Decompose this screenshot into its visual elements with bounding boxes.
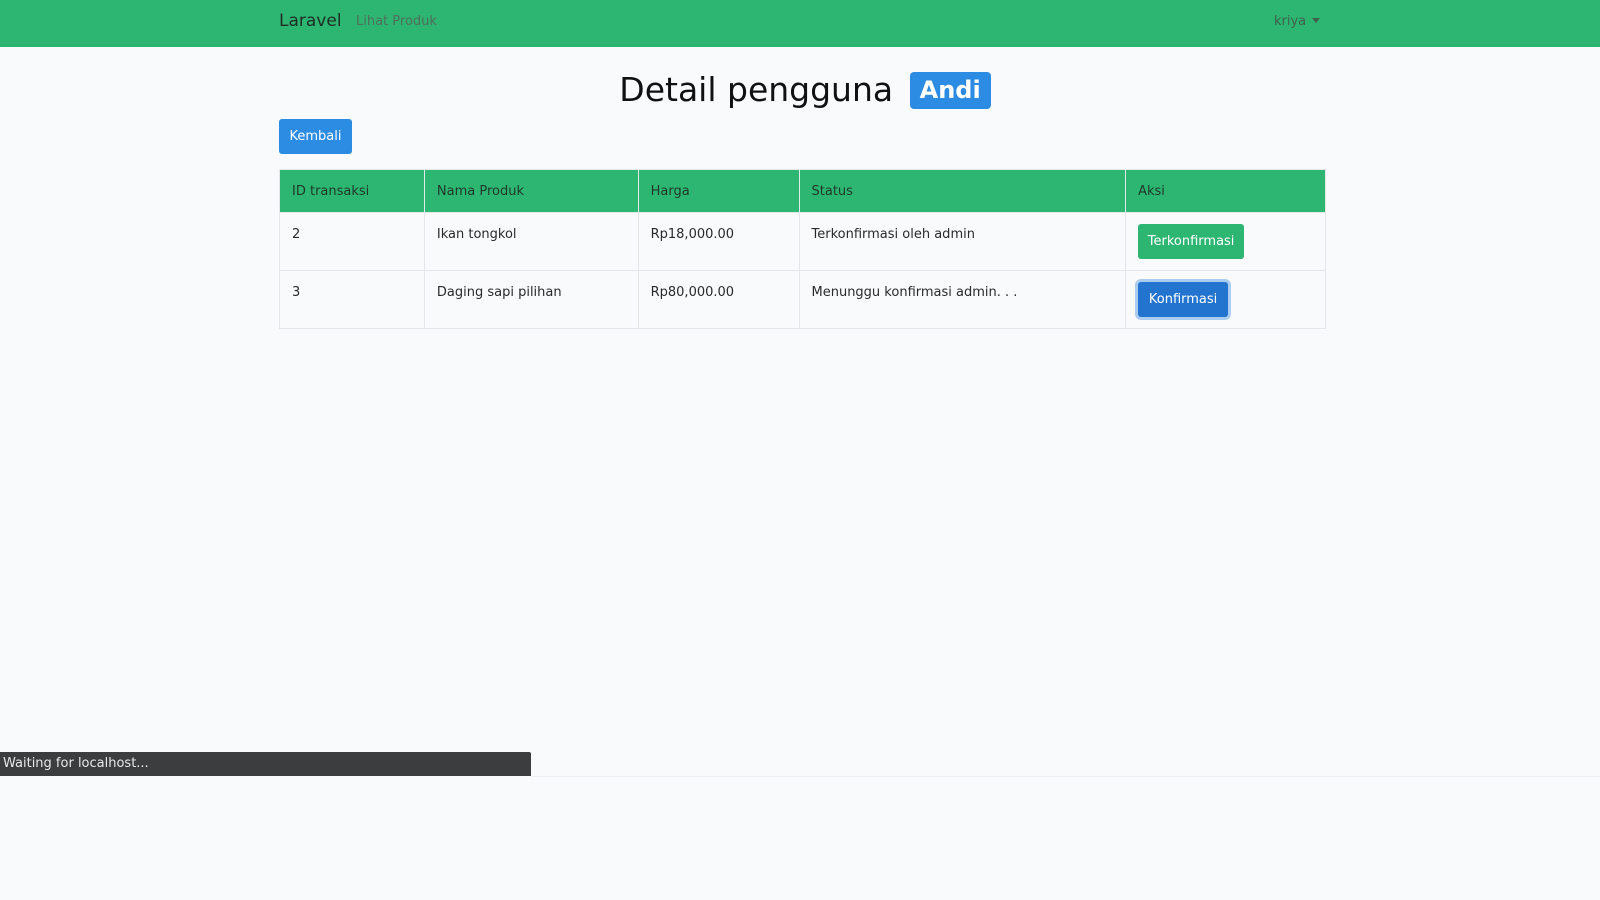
cell-id-text: 2 <box>292 227 301 242</box>
bottom-divider <box>531 776 1600 777</box>
confirm-button[interactable]: Konfirmasi <box>1138 282 1229 317</box>
user-name-badge: Andi <box>909 72 991 109</box>
cell-id: 3 <box>279 270 425 329</box>
cell-status-text: Terkonfirmasi oleh admin <box>811 227 975 242</box>
cell-price: Rp80,000.00 <box>637 270 800 329</box>
cell-price-text: Rp80,000.00 <box>650 285 735 300</box>
browser-status-bar: Waiting for localhost... <box>0 752 531 776</box>
header-nama-produk: Nama Produk <box>423 169 639 213</box>
cell-price: Rp18,000.00 <box>637 212 800 271</box>
cell-status: Menunggu konfirmasi admin. . . <box>798 270 1127 329</box>
cell-status-text: Menunggu konfirmasi admin. . . <box>811 285 1018 300</box>
top-navbar: Laravel Lihat Produk kriya <box>0 0 1600 47</box>
back-button[interactable]: Kembali <box>279 119 352 154</box>
header-status: Status <box>798 169 1127 213</box>
caret-down-icon <box>1312 18 1321 23</box>
header-id-transaksi: ID transaksi <box>279 169 425 213</box>
cell-id-text: 3 <box>292 285 301 300</box>
cell-status: Terkonfirmasi oleh admin <box>798 212 1127 271</box>
table-row: 2 Ikan tongkol Rp18,000.00 Terkonfirmasi… <box>279 212 1326 271</box>
page-title: Detail pengguna Andi <box>0 68 1600 112</box>
brand-link[interactable]: Laravel <box>279 10 342 32</box>
user-menu-label: kriya <box>1274 14 1307 29</box>
cell-product: Ikan tongkol <box>423 212 639 271</box>
nav-link-lihat-produk[interactable]: Lihat Produk <box>356 13 437 31</box>
cell-price-text: Rp18,000.00 <box>650 227 735 242</box>
transactions-table: ID transaksi Nama Produk Harga Status Ak… <box>279 169 1326 329</box>
page-title-text: Detail pengguna <box>619 70 894 109</box>
cell-action: Konfirmasi <box>1125 270 1326 329</box>
user-menu-dropdown[interactable]: kriya <box>1274 13 1321 31</box>
header-harga: Harga <box>637 169 800 213</box>
confirmed-button[interactable]: Terkonfirmasi <box>1138 224 1245 259</box>
cell-action: Terkonfirmasi <box>1125 212 1326 271</box>
table-row: 3 Daging sapi pilihan Rp80,000.00 Menung… <box>279 270 1326 329</box>
cell-product-text: Ikan tongkol <box>436 227 517 242</box>
cell-product: Daging sapi pilihan <box>423 270 639 329</box>
header-aksi: Aksi <box>1125 169 1326 213</box>
table-header-row: ID transaksi Nama Produk Harga Status Ak… <box>279 169 1326 213</box>
cell-id: 2 <box>279 212 425 271</box>
cell-product-text: Daging sapi pilihan <box>436 285 562 300</box>
